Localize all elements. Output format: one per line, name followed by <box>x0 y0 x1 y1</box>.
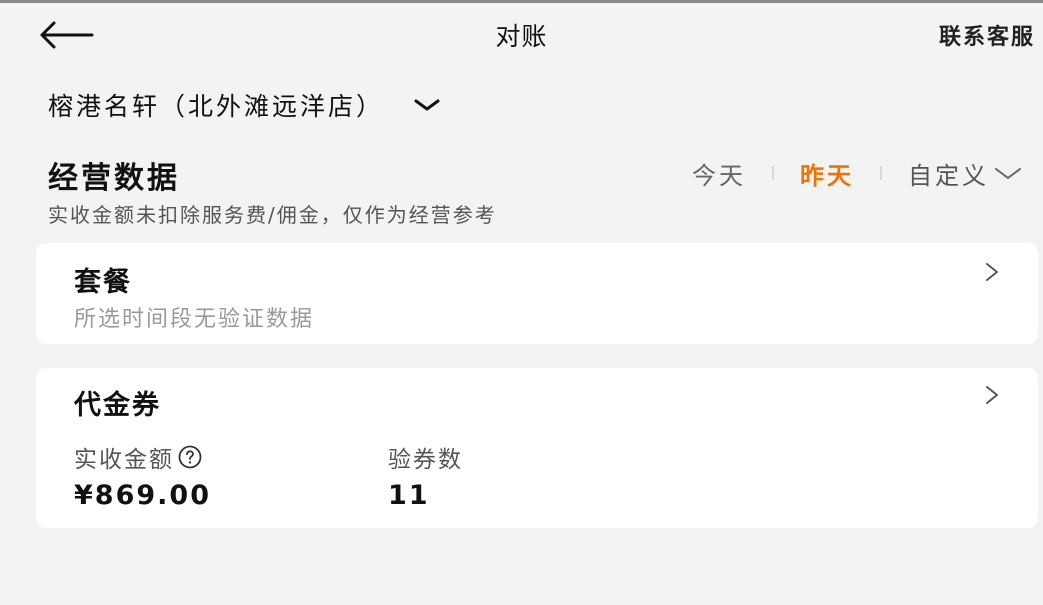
revenue-label-text: 实收金额 <box>74 447 174 473</box>
date-filter-tabs: 今天 昨天 自定义 <box>692 155 1023 191</box>
voucher-card[interactable]: 代金券 实收金额 验券数 ¥869.00 11 <box>36 368 1038 528</box>
business-data-note: 实收金额未扣除服务费/佣金，仅作为经营参考 <box>48 203 497 227</box>
revenue-label: 实收金额 <box>74 440 202 474</box>
tab-custom[interactable]: 自定义 <box>908 156 1023 191</box>
voucher-count-label: 验券数 <box>388 447 463 473</box>
package-title: 套餐 <box>74 267 132 298</box>
package-card[interactable]: 套餐 所选时间段无验证数据 <box>36 243 1038 344</box>
revenue-value: ¥869.00 <box>74 480 211 511</box>
page-title: 对账 <box>495 22 548 51</box>
navigation-bar: 对账 联系客服 <box>0 3 1043 65</box>
store-selector[interactable]: 榕港名轩（北外滩远洋店） <box>48 85 442 125</box>
question-circle-icon[interactable] <box>178 445 202 469</box>
tab-divider <box>772 166 774 180</box>
tab-divider <box>880 166 882 180</box>
chevron-down-icon <box>995 168 1021 179</box>
voucher-count-value: 11 <box>388 480 430 511</box>
package-empty-message: 所选时间段无验证数据 <box>74 307 315 332</box>
business-data-title: 经营数据 <box>48 161 180 196</box>
chevron-down-icon <box>414 99 440 111</box>
voucher-title: 代金券 <box>74 390 161 421</box>
contact-service-button[interactable]: 联系客服 <box>939 19 1035 51</box>
tab-yesterday[interactable]: 昨天 <box>800 156 854 191</box>
tab-today[interactable]: 今天 <box>692 156 746 191</box>
chevron-right-icon <box>986 263 998 281</box>
store-name: 榕港名轩（北外滩远洋店） <box>48 92 385 121</box>
tab-custom-label: 自定义 <box>908 161 989 190</box>
chevron-right-icon <box>986 386 998 404</box>
